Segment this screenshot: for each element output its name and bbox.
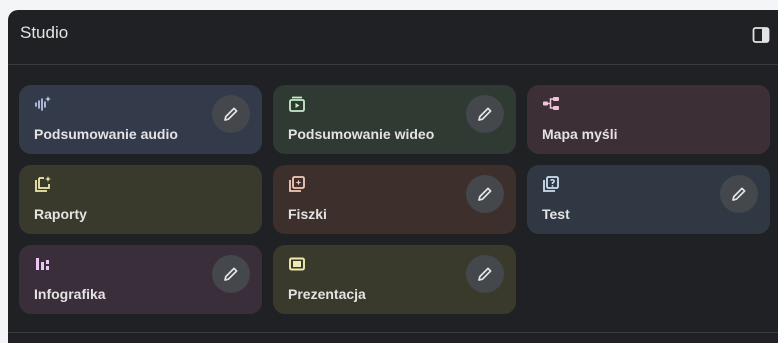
pencil-icon (224, 267, 238, 281)
edit-button[interactable] (212, 255, 250, 293)
tile-mind-map[interactable]: Mapa myśli (527, 85, 770, 154)
tile-quiz[interactable]: Test (527, 165, 770, 234)
tile-label: Test (542, 206, 570, 222)
tile-presentation[interactable]: Prezentacja (273, 245, 516, 314)
tile-video-overview[interactable]: Podsumowanie wideo (273, 85, 516, 154)
edit-button[interactable] (212, 95, 250, 133)
pencil-icon (478, 187, 492, 201)
tile-label: Infografika (34, 286, 106, 302)
edit-button[interactable] (466, 255, 504, 293)
side-panel-icon[interactable] (752, 26, 770, 44)
tile-label: Podsumowanie wideo (288, 126, 435, 142)
quiz-icon (542, 175, 560, 193)
tile-label: Prezentacja (288, 286, 366, 302)
edit-button[interactable] (466, 175, 504, 213)
tile-label: Fiszki (288, 206, 327, 222)
tile-label: Podsumowanie audio (34, 126, 178, 142)
pencil-icon (224, 107, 238, 121)
tile-label: Mapa myśli (542, 126, 618, 142)
mind-map-icon (542, 95, 560, 113)
pencil-icon (478, 107, 492, 121)
video-play-icon (288, 95, 306, 113)
edit-button[interactable] (720, 175, 758, 213)
slides-icon (288, 255, 306, 273)
pencil-icon (732, 187, 746, 201)
report-add-icon (34, 175, 52, 193)
tile-reports[interactable]: Raporty (19, 165, 262, 234)
studio-panel: Studio Podsumowanie audio Podsumowanie w… (8, 10, 778, 343)
tile-label: Raporty (34, 206, 87, 222)
infographic-chart-icon (34, 255, 52, 273)
audio-waveform-icon (34, 95, 52, 113)
panel-divider (8, 332, 778, 333)
pencil-icon (478, 267, 492, 281)
tile-infographic[interactable]: Infografika (19, 245, 262, 314)
edit-button[interactable] (466, 95, 504, 133)
tile-flashcards[interactable]: Fiszki (273, 165, 516, 234)
tile-audio-overview[interactable]: Podsumowanie audio (19, 85, 262, 154)
panel-header: Studio (8, 10, 778, 65)
panel-title: Studio (20, 23, 69, 42)
flashcards-icon (288, 175, 306, 193)
